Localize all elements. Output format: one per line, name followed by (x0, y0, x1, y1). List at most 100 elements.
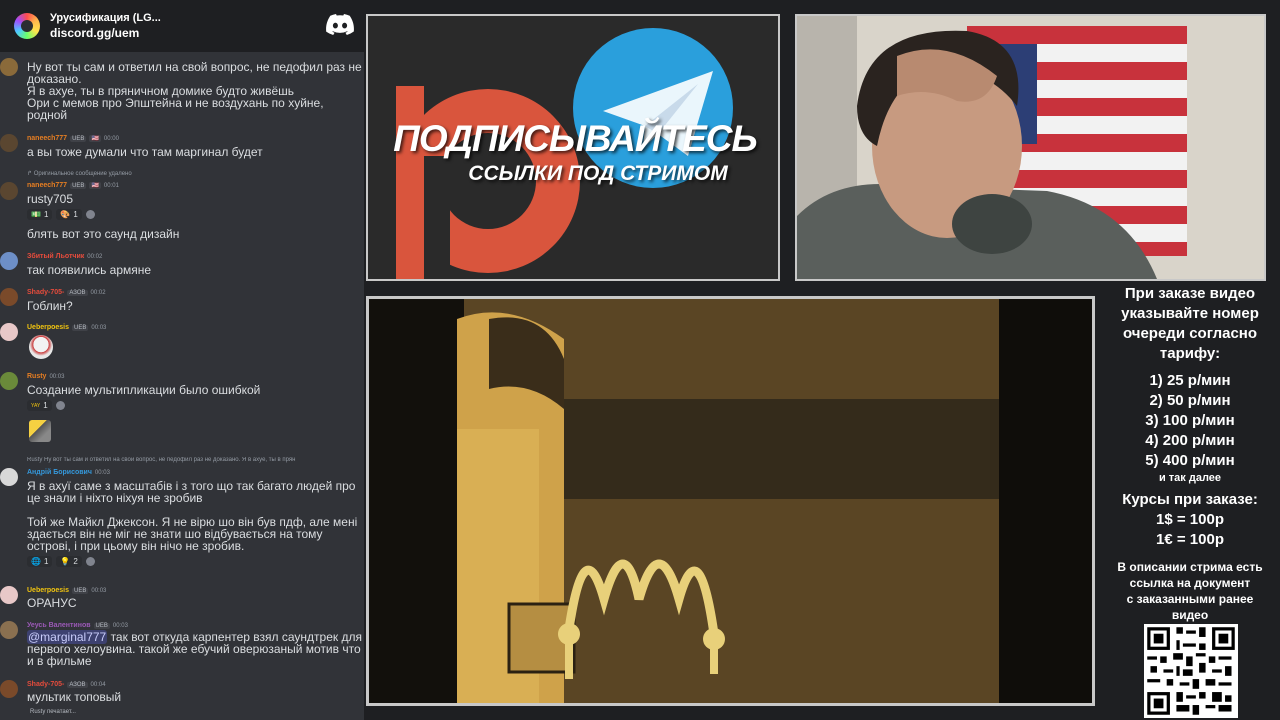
timestamp: 00:03 (91, 587, 107, 594)
reply-reference[interactable]: Rusty Ну вот ты сам и ответил на свой во… (27, 457, 362, 463)
author-name[interactable]: Ueberpoesis (27, 587, 69, 594)
role-badge: UEB (93, 622, 110, 629)
info-intro-line: тарифу: (1159, 345, 1221, 362)
timestamp: 00:02 (90, 289, 106, 296)
author-name[interactable]: Shady-705- (27, 681, 64, 688)
server-invite[interactable]: discord.gg/uem (50, 26, 161, 40)
qr-code-icon[interactable] (1144, 624, 1238, 718)
promo-subtitle: ССЫЛКИ ПОД СТРИМОМ (468, 162, 728, 185)
message-body: Ну вот ты сам и ответил на свой вопрос, … (27, 60, 362, 122)
streamer-person-image (797, 30, 1157, 279)
message-body: Я в ахуї саме з масштабів і з того що та… (27, 479, 356, 505)
reaction-emoji: 💡 (60, 557, 71, 566)
message-body: @marginal777 так вот откуда карпентер вз… (27, 630, 362, 667)
reaction[interactable]: 🎨 1 (56, 209, 82, 220)
avatar (0, 288, 18, 306)
reaction-emoji: 💵 (31, 210, 41, 219)
author-name[interactable]: naneech777 (27, 182, 67, 189)
message-body: Создание мультипликации было ошибкой (27, 383, 261, 397)
chat-panel: Урусификация (LG... discord.gg/uem Ну во… (0, 0, 364, 720)
avatar (0, 182, 18, 200)
role-badge: UEB (70, 135, 87, 142)
reaction-count: 1 (43, 401, 48, 410)
timestamp: 00:03 (49, 373, 65, 380)
rate-item: 1$ = 100р (1156, 511, 1224, 528)
info-note-line: с заказанными ранее (1126, 592, 1254, 606)
author-name[interactable]: Ueberpoesis (27, 324, 69, 331)
tariff-item: 4) 200 р/мин (1145, 432, 1235, 449)
message-body: а вы тоже думали что там маргинал будет (27, 145, 263, 159)
flag-badge: 🇺🇸 (89, 182, 101, 189)
tariff-item: 5) 400 р/мин (1145, 452, 1235, 469)
author-name[interactable]: Rusty (27, 373, 46, 380)
timestamp: 00:03 (91, 324, 107, 331)
reaction-emoji: YAY (31, 402, 41, 409)
rates-title: Курсы при заказе: (1122, 491, 1258, 508)
sticker-image[interactable] (29, 335, 53, 359)
reaction[interactable]: YAY 1 (27, 400, 52, 411)
reaction-emoji: 🌐 (31, 557, 41, 566)
add-reaction-icon[interactable] (85, 557, 95, 566)
role-badge: UEB (70, 182, 87, 189)
author-name[interactable]: Збитый Льотчик (27, 253, 84, 260)
info-note-line: видео (1171, 608, 1209, 622)
message-body: блять вот это саунд дизайн (27, 227, 180, 241)
reaction-count: 1 (43, 557, 49, 566)
author-name[interactable]: Уеусь Валентинов (27, 622, 91, 629)
avatar (0, 323, 18, 341)
server-header[interactable]: Урусификация (LG... discord.gg/uem (0, 0, 364, 52)
message-body: ОРАНУС (27, 596, 77, 610)
info-intro-line: указывайте номер (1121, 305, 1259, 322)
server-name: Урусификация (LG... (50, 12, 161, 24)
avatar (0, 252, 18, 270)
info-intro-line: При заказе видео (1124, 285, 1256, 302)
message-body: так появились армяне (27, 263, 152, 277)
timestamp: 00:01 (103, 182, 119, 189)
avatar (0, 468, 18, 486)
server-icon (14, 13, 40, 39)
timestamp: 00:02 (87, 253, 103, 260)
add-reaction-icon[interactable] (55, 401, 65, 410)
role-badge: UEB (72, 587, 89, 594)
sticker-image[interactable] (29, 420, 51, 442)
message-body: rusty705 (27, 192, 74, 206)
avatar (0, 134, 18, 152)
video-player[interactable] (366, 296, 1095, 706)
add-reaction-icon[interactable] (85, 210, 95, 219)
reaction[interactable]: 🌐 1 (27, 556, 53, 567)
reaction-count: 1 (73, 210, 78, 219)
typing-indicator: Rusty печатает... (30, 709, 76, 715)
message-body: Той же Майкл Джексон. Я не вірю шо він б… (27, 515, 358, 553)
timestamp: 00:00 (103, 135, 119, 142)
timestamp: 00:03 (112, 622, 128, 629)
reaction[interactable]: 💡 2 (56, 556, 82, 567)
tariff-item: 2) 50 р/мин (1149, 392, 1231, 409)
promo-banner: ПОДПИСЫВАЙТЕСЬ ССЫЛКИ ПОД СТРИМОМ (366, 14, 780, 281)
author-name[interactable]: Андрій Борисович (27, 469, 92, 476)
avatar (0, 372, 18, 390)
role-badge: АЗОВ (67, 289, 88, 296)
info-intro-line: очереди согласно (1122, 325, 1258, 342)
reaction-count: 1 (43, 210, 49, 219)
timestamp: 00:03 (94, 469, 110, 476)
timestamp: 00:04 (90, 681, 106, 688)
avatar (0, 586, 18, 604)
order-info-panel: При заказе видео указывайте номер очеред… (1100, 284, 1280, 720)
tariff-item: 1) 25 р/мин (1149, 372, 1231, 389)
message-body: мультик топовый (27, 690, 122, 704)
role-badge: UEB (72, 324, 89, 331)
reaction-count: 2 (73, 557, 78, 566)
cartoon-frame-image (369, 299, 1092, 703)
author-name[interactable]: naneech777 (27, 135, 67, 142)
reaction[interactable]: 💵 1 (27, 209, 53, 220)
avatar (0, 621, 18, 639)
rate-item: 1€ = 100р (1156, 531, 1224, 548)
author-name[interactable]: Shady-705- (27, 289, 64, 296)
flag-badge: 🇺🇸 (89, 135, 101, 142)
tariff-item: 3) 100 р/мин (1145, 412, 1235, 429)
discord-logo-icon (326, 14, 354, 35)
info-note-line: В описании стрима есть (1117, 560, 1263, 574)
reply-reference[interactable]: ↱ Оригинальное сообщение удалено (27, 170, 362, 177)
tariff-more: и так далее (1158, 472, 1222, 484)
promo-title: ПОДПИСЫВАЙТЕСЬ (393, 118, 757, 159)
